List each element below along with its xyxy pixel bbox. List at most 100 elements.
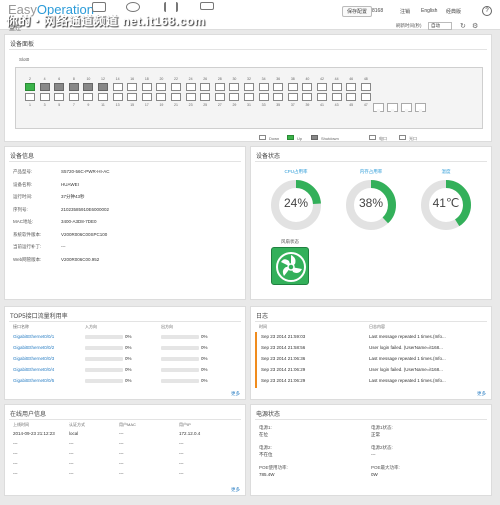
port-25[interactable] [200,93,211,101]
maintenance-icon[interactable] [164,2,178,12]
port-33[interactable] [258,93,269,101]
power-key: 电源1: [259,425,272,430]
info-key: MAC地址: [13,219,34,224]
fan-label: 风扇状态 [281,239,299,244]
info-value: 3400-A3D8-7DE0 [61,219,97,224]
port-43[interactable] [331,93,342,101]
power-value: 0W [371,472,378,477]
port-32[interactable] [244,83,254,91]
port-46[interactable] [346,83,357,91]
port-34[interactable] [258,83,269,91]
help-icon[interactable]: ? [482,6,492,16]
port-35[interactable] [273,93,284,101]
online-users-panel: 在线用户信息 上线时间 认证方式 用户MAC 用户IP 2014-09-23 2… [4,404,246,496]
port-36[interactable] [273,83,284,91]
port-26[interactable] [200,83,211,91]
log-time: Sep 23 2014 21:06:29 [261,367,306,372]
interface-link[interactable]: GigabitEthernet0/0/2 [13,345,54,350]
monitor-icon[interactable] [92,2,106,12]
refresh-icon[interactable]: ↻ [460,22,466,30]
port-21[interactable] [171,93,181,101]
info-value: HUAWEI [61,181,79,187]
port-28[interactable] [214,83,225,91]
col-content: 日志内容 [369,324,385,329]
network-icon[interactable] [200,2,214,10]
interface-link[interactable]: GigabitEthernet0/0/5 [13,378,54,383]
port-17[interactable] [141,93,152,101]
info-key: 系统软件版本: [13,231,42,237]
port-15[interactable] [127,93,138,101]
port-31[interactable] [244,93,254,101]
port-41[interactable] [317,93,327,101]
port-23[interactable] [185,93,196,101]
user-ip: --- [179,471,184,476]
interface-link[interactable]: GigabitEthernet0/0/4 [13,367,54,372]
port-44[interactable] [331,83,342,91]
port-14[interactable] [112,83,123,91]
top5-more-link[interactable]: 更多 [231,391,240,397]
log-more-link[interactable]: 更多 [477,391,486,397]
sub-bar: 监控 刷新时间(秒) 自动 ↻ ⚙ [4,22,492,32]
power-value: 在位 [259,432,268,437]
port-2[interactable] [25,83,35,91]
port-27[interactable] [214,93,225,101]
logout-link[interactable]: 注销 [400,8,410,15]
port-45[interactable] [346,93,357,101]
port-20[interactable] [156,83,167,91]
info-value: 37分钟43秒 [61,194,85,199]
port-40[interactable] [302,83,313,91]
interface-link[interactable]: GigabitEthernet0/0/1 [13,334,54,339]
port-19[interactable] [156,93,167,101]
port-1[interactable] [25,93,35,101]
port-10[interactable] [83,83,94,91]
port-29[interactable] [229,93,240,101]
info-value: --- [61,244,66,249]
port-24[interactable] [185,83,196,91]
port-number: 37 [290,103,295,107]
port-5[interactable] [54,93,65,101]
port-4[interactable] [39,83,50,91]
config-gear-icon[interactable] [126,2,140,12]
port-6[interactable] [54,83,65,91]
port-number: 32 [247,77,251,81]
port-13[interactable] [112,93,123,101]
settings-gear-icon[interactable]: ⚙ [472,22,478,30]
port-number: 39 [305,103,310,107]
port-number: 20 [159,77,164,81]
port-48[interactable] [360,83,371,91]
port-39[interactable] [302,93,313,101]
port-number: 6 [58,77,61,81]
port-30[interactable] [229,83,240,91]
port-number: 23 [188,103,193,107]
port-18[interactable] [141,83,152,91]
port-number: 44 [334,77,339,81]
classic-link[interactable]: 经典版 [446,8,461,15]
port-37[interactable] [287,93,298,101]
interface-link[interactable]: GigabitEthernet0/0/3 [13,356,54,361]
refresh-select[interactable]: 自动 [428,22,452,30]
port-11[interactable] [98,93,108,101]
divider [9,49,487,50]
port-3[interactable] [39,93,50,101]
in-utilization-bar [85,335,123,339]
port-number: 22 [174,77,178,81]
port-16[interactable] [127,83,138,91]
user-ip: 172.12.0.4 [179,431,201,436]
port-22[interactable] [171,83,181,91]
port-9[interactable] [83,93,94,101]
col-ip: 用户IP [179,422,191,427]
divider [255,321,487,322]
user-auth: --- [69,441,74,446]
port-38[interactable] [287,83,298,91]
device-info-panel: 设备信息 产品型号: S5720-56C-PWR-HI-AC 设备名称: HUAWEI… [4,146,246,300]
port-7[interactable] [68,93,79,101]
save-config-button[interactable]: 保存配置 [342,6,373,17]
port-12[interactable] [98,83,108,91]
users-more-link[interactable]: 更多 [231,487,240,493]
english-link[interactable]: English [421,8,437,14]
port-number: 5 [58,103,61,107]
port-8[interactable] [68,83,79,91]
port-42[interactable] [317,83,327,91]
in-utilization-value: 0% [125,367,132,372]
port-47[interactable] [360,93,371,101]
